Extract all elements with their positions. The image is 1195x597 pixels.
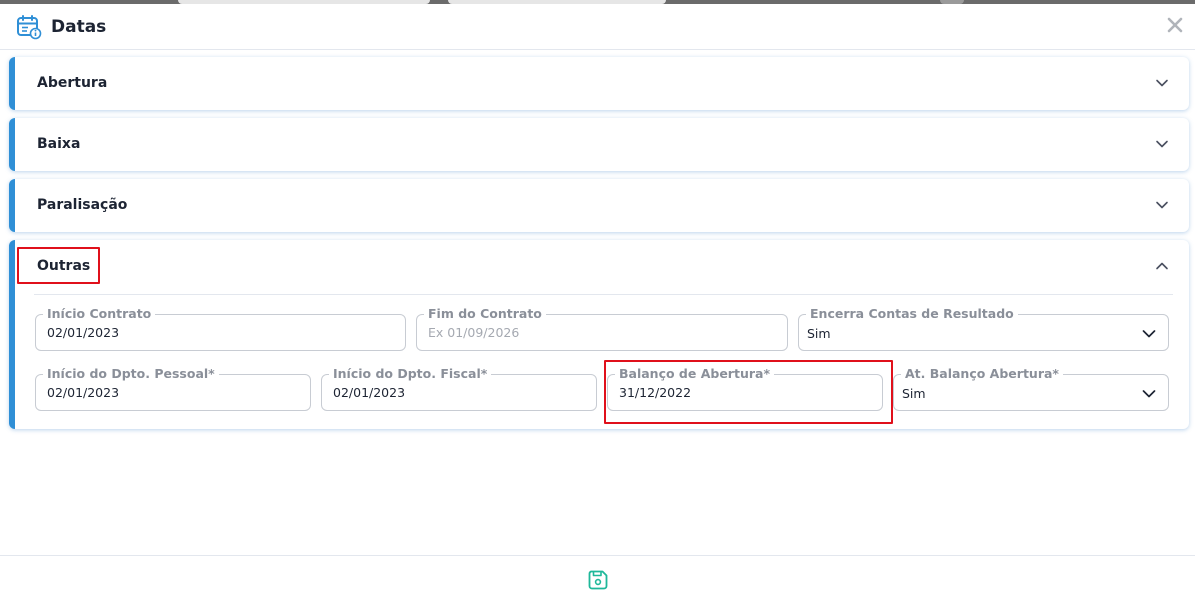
chevron-down-icon (1156, 201, 1168, 209)
section-title: Paralisação (37, 197, 128, 213)
inicio-dpto-fiscal-field[interactable]: Início do Dpto. Fiscal* 02/01/2023 (321, 367, 597, 411)
save-icon (588, 570, 608, 590)
encerra-contas-select[interactable]: Encerra Contas de Resultado Sim (798, 307, 1169, 351)
inicio-contrato-field[interactable]: Início Contrato 02/01/2023 (35, 307, 406, 351)
calendar-info-icon (17, 14, 42, 39)
close-icon (1167, 17, 1183, 33)
save-button[interactable] (587, 569, 609, 591)
section-outras-header[interactable]: Outras (15, 240, 1189, 292)
section-paralisacao: Paralisação (9, 179, 1189, 232)
section-baixa-header[interactable]: Baixa (15, 118, 1189, 170)
chevron-down-icon (1156, 79, 1168, 87)
field-value: 31/12/2022 (619, 385, 692, 400)
section-title: Outras (37, 258, 91, 274)
chevron-down-icon (1142, 330, 1156, 338)
field-label: Balanço de Abertura* (615, 367, 774, 381)
field-label: Início do Dpto. Pessoal* (43, 367, 219, 381)
field-label: Encerra Contas de Resultado (806, 307, 1018, 321)
chevron-down-icon (1142, 390, 1156, 398)
field-label: Início do Dpto. Fiscal* (329, 367, 492, 381)
field-value: 02/01/2023 (47, 385, 120, 400)
field-placeholder: Ex 01/09/2026 (428, 325, 520, 340)
field-label: Início Contrato (43, 307, 156, 321)
section-title: Baixa (37, 136, 81, 152)
field-label: Fim do Contrato (424, 307, 546, 321)
field-value: 02/01/2023 (47, 325, 120, 340)
close-button[interactable] (1165, 15, 1185, 35)
modal-title: Datas (51, 16, 107, 37)
section-outras: Outras Início Contrato 02/01/2023 Fim do… (9, 240, 1189, 429)
section-abertura-header[interactable]: Abertura (15, 57, 1189, 109)
section-divider (34, 294, 1173, 295)
dates-modal: Datas Abertura Baixa Paralisação Outras … (0, 4, 1195, 597)
section-baixa: Baixa (9, 118, 1189, 171)
inicio-dpto-pessoal-field[interactable]: Início do Dpto. Pessoal* 02/01/2023 (35, 367, 311, 411)
chevron-up-icon (1156, 262, 1168, 270)
modal-header: Datas (0, 4, 1195, 50)
field-value: 02/01/2023 (333, 385, 406, 400)
field-value: Sim (807, 326, 831, 341)
field-value: Sim (902, 386, 926, 401)
chevron-down-icon (1156, 140, 1168, 148)
fim-contrato-field[interactable]: Fim do Contrato Ex 01/09/2026 (416, 307, 788, 351)
at-balanco-abertura-select[interactable]: At. Balanço Abertura* Sim (893, 367, 1169, 411)
field-label: At. Balanço Abertura* (901, 367, 1063, 381)
section-abertura: Abertura (9, 57, 1189, 110)
section-paralisacao-header[interactable]: Paralisação (15, 179, 1189, 231)
modal-footer (0, 555, 1195, 597)
balanco-abertura-field[interactable]: Balanço de Abertura* 31/12/2022 (607, 367, 883, 411)
section-title: Abertura (37, 75, 108, 91)
